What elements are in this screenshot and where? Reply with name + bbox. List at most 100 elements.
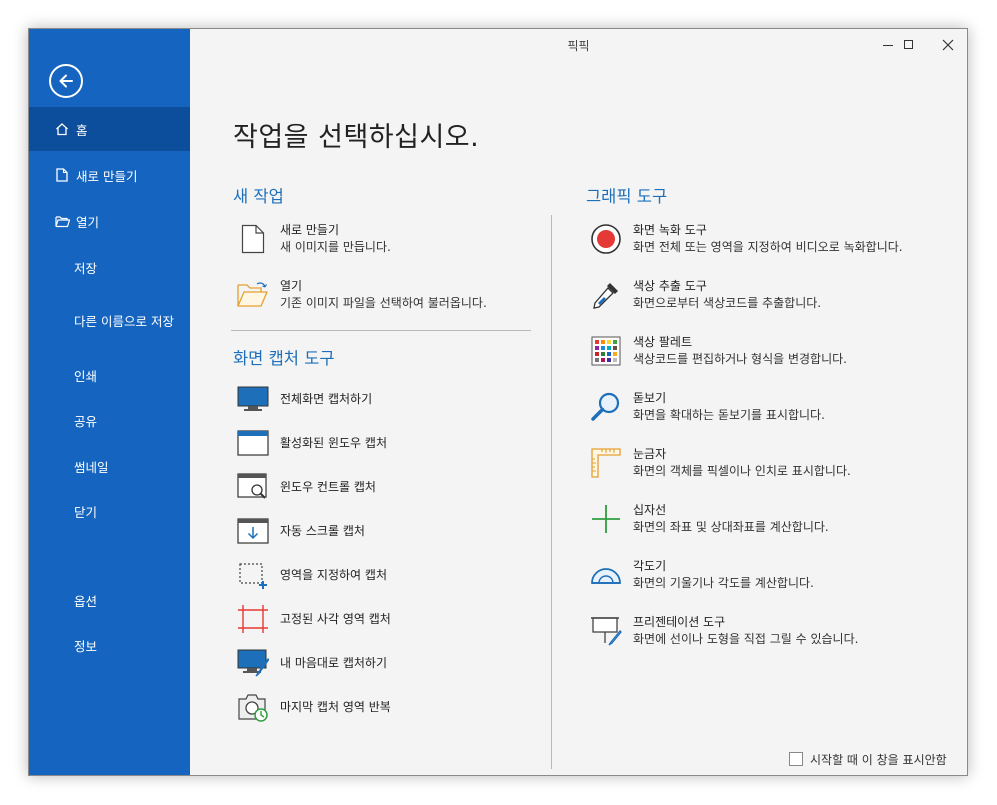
sidebar-item-new[interactable]: 새로 만들기 bbox=[29, 153, 190, 197]
item-title: 돋보기 bbox=[633, 391, 667, 405]
arrow-left-icon bbox=[59, 74, 73, 88]
open-folder-icon bbox=[236, 278, 270, 312]
capture-active-window-item[interactable]: 활성화된 윈도우 캡처 bbox=[236, 426, 387, 460]
screen-recorder-item[interactable]: 화면 녹화 도구 화면 전체 또는 영역을 지정하여 비디오로 녹화합니다. bbox=[589, 222, 903, 256]
home-icon bbox=[54, 121, 70, 137]
window-title: 픽픽 bbox=[567, 39, 590, 53]
item-description: 화면의 기울기나 각도를 계산합니다. bbox=[633, 576, 814, 590]
sidebar-item-label: 저장 bbox=[74, 260, 98, 276]
item-title: 새로 만들기 bbox=[280, 223, 340, 237]
new-image-item[interactable]: 새로 만들기 새 이미지를 만듭니다. bbox=[236, 222, 391, 256]
close-button[interactable] bbox=[928, 33, 967, 57]
presentation-tool-item[interactable]: 프리젠테이션 도구 화면에 선이나 도형을 직접 그릴 수 있습니다. bbox=[589, 614, 858, 648]
sidebar-item-print[interactable]: 인쇄 bbox=[29, 353, 190, 397]
item-title: 내 마음대로 캡처하기 bbox=[280, 655, 387, 670]
region-select-icon bbox=[236, 558, 270, 592]
freehand-monitor-icon bbox=[236, 646, 270, 680]
monitor-icon bbox=[236, 382, 270, 416]
capture-fullscreen-item[interactable]: 전체화면 캡처하기 bbox=[236, 382, 372, 416]
crosshair-icon bbox=[589, 502, 623, 536]
item-title: 프리젠테이션 도구 bbox=[633, 615, 726, 629]
window-icon bbox=[236, 426, 270, 460]
sidebar-item-label: 썸네일 bbox=[74, 459, 109, 475]
whiteboard-icon bbox=[589, 614, 623, 648]
protractor-icon bbox=[589, 558, 623, 592]
color-picker-item[interactable]: 색상 추출 도구 화면으로부터 색상코드를 추출합니다. bbox=[589, 278, 821, 312]
capture-repeat-item[interactable]: 마지막 캡처 영역 반복 bbox=[236, 690, 391, 724]
sidebar: 홈 새로 만들기 열기 저장 다른 이름으로 저장 인쇄 공유 썸네일 닫기 옵… bbox=[29, 29, 190, 775]
item-description: 기존 이미지 파일을 선택하여 불러옵니다. bbox=[280, 296, 487, 310]
capture-freehand-item[interactable]: 내 마음대로 캡처하기 bbox=[236, 646, 387, 680]
sidebar-item-label: 열기 bbox=[76, 214, 100, 230]
window-magnifier-icon bbox=[236, 470, 270, 504]
capture-region-item[interactable]: 영역을 지정하여 캡처 bbox=[236, 558, 387, 592]
item-title: 색상 팔레트 bbox=[633, 335, 693, 349]
startup-checkbox-label[interactable]: 시작할 때 이 창을 표시안함 bbox=[810, 751, 947, 768]
sidebar-item-label: 새로 만들기 bbox=[76, 168, 138, 184]
color-palette-item[interactable]: 색상 팔레트 색상코드를 편집하거나 형식을 변경합니다. bbox=[589, 334, 847, 368]
item-description: 화면에 선이나 도형을 직접 그릴 수 있습니다. bbox=[633, 632, 859, 646]
repeat-camera-icon bbox=[236, 690, 270, 724]
sidebar-item-home[interactable]: 홈 bbox=[29, 107, 190, 151]
item-description: 화면의 좌표 및 상대좌표를 계산합니다. bbox=[633, 520, 829, 534]
item-title: 영역을 지정하여 캡처 bbox=[280, 567, 387, 582]
sidebar-item-label: 홈 bbox=[76, 122, 88, 138]
scroll-capture-icon bbox=[236, 514, 270, 548]
folder-open-icon bbox=[54, 213, 70, 229]
item-description: 새 이미지를 만듭니다. bbox=[280, 240, 391, 254]
column-divider bbox=[551, 215, 552, 769]
section-title-capture-tools: 화면 캡처 도구 bbox=[233, 349, 335, 368]
crosshair-item[interactable]: 십자선 화면의 좌표 및 상대좌표를 계산합니다. bbox=[589, 502, 829, 536]
item-title: 색상 추출 도구 bbox=[633, 279, 707, 293]
sidebar-item-label: 정보 bbox=[74, 638, 98, 654]
sidebar-item-close[interactable]: 닫기 bbox=[29, 489, 190, 533]
blank-document-icon bbox=[236, 222, 270, 256]
magnifier-item[interactable]: 돋보기 화면을 확대하는 돋보기를 표시합니다. bbox=[589, 390, 825, 424]
item-title: 고정된 사각 영역 캡처 bbox=[280, 611, 391, 626]
item-description: 화면의 객체를 픽셀이나 인치로 표시합니다. bbox=[633, 464, 851, 478]
item-title: 자동 스크롤 캡처 bbox=[280, 523, 365, 538]
open-image-item[interactable]: 열기 기존 이미지 파일을 선택하여 불러옵니다. bbox=[236, 278, 487, 312]
item-title: 열기 bbox=[280, 279, 303, 293]
item-description: 색상코드를 편집하거나 형식을 변경합니다. bbox=[633, 352, 847, 366]
item-title: 윈도우 컨트롤 캡처 bbox=[280, 479, 376, 494]
startup-checkbox[interactable] bbox=[789, 752, 803, 766]
capture-fixed-region-item[interactable]: 고정된 사각 영역 캡처 bbox=[236, 602, 391, 636]
sidebar-item-label: 인쇄 bbox=[74, 368, 98, 384]
capture-window-control-item[interactable]: 윈도우 컨트롤 캡처 bbox=[236, 470, 376, 504]
item-description: 화면을 확대하는 돋보기를 표시합니다. bbox=[633, 408, 825, 422]
item-title: 각도기 bbox=[633, 559, 667, 573]
section-title-new-task: 새 작업 bbox=[233, 187, 284, 206]
eyedropper-icon bbox=[589, 278, 623, 312]
sidebar-item-share[interactable]: 공유 bbox=[29, 398, 190, 442]
back-button[interactable] bbox=[49, 64, 83, 98]
sidebar-item-label: 닫기 bbox=[74, 504, 98, 520]
maximize-icon bbox=[904, 40, 913, 49]
color-palette-icon bbox=[589, 334, 623, 368]
ruler-icon bbox=[589, 446, 623, 480]
protractor-item[interactable]: 각도기 화면의 기울기나 각도를 계산합니다. bbox=[589, 558, 814, 592]
ruler-item[interactable]: 눈금자 화면의 객체를 픽셀이나 인치로 표시합니다. bbox=[589, 446, 851, 480]
capture-auto-scroll-item[interactable]: 자동 스크롤 캡처 bbox=[236, 514, 365, 548]
item-title: 십자선 bbox=[633, 503, 667, 517]
item-title: 전체화면 캡처하기 bbox=[280, 391, 373, 406]
sidebar-item-about[interactable]: 정보 bbox=[29, 623, 190, 667]
sidebar-item-options[interactable]: 옵션 bbox=[29, 578, 190, 622]
item-title: 화면 녹화 도구 bbox=[633, 223, 707, 237]
sidebar-item-thumbnail[interactable]: 썸네일 bbox=[29, 444, 190, 488]
sidebar-item-save[interactable]: 저장 bbox=[29, 245, 190, 289]
page-title: 작업을 선택하십시오. bbox=[233, 122, 480, 153]
item-description: 화면 전체 또는 영역을 지정하여 비디오로 녹화합니다. bbox=[633, 240, 903, 254]
sidebar-item-open[interactable]: 열기 bbox=[29, 199, 190, 243]
close-icon bbox=[942, 39, 954, 51]
magnifier-icon bbox=[589, 390, 623, 424]
maximize-button[interactable] bbox=[889, 33, 929, 57]
sidebar-item-label: 공유 bbox=[74, 413, 98, 429]
item-description: 화면으로부터 색상코드를 추출합니다. bbox=[633, 296, 822, 310]
fixed-region-icon bbox=[236, 602, 270, 636]
section-divider bbox=[231, 330, 531, 331]
app-window: 홈 새로 만들기 열기 저장 다른 이름으로 저장 인쇄 공유 썸네일 닫기 옵… bbox=[28, 28, 968, 776]
sidebar-item-save-as[interactable]: 다른 이름으로 저장 bbox=[29, 298, 190, 342]
sidebar-item-label: 옵션 bbox=[74, 593, 98, 609]
sidebar-item-label: 다른 이름으로 저장 bbox=[74, 313, 174, 329]
